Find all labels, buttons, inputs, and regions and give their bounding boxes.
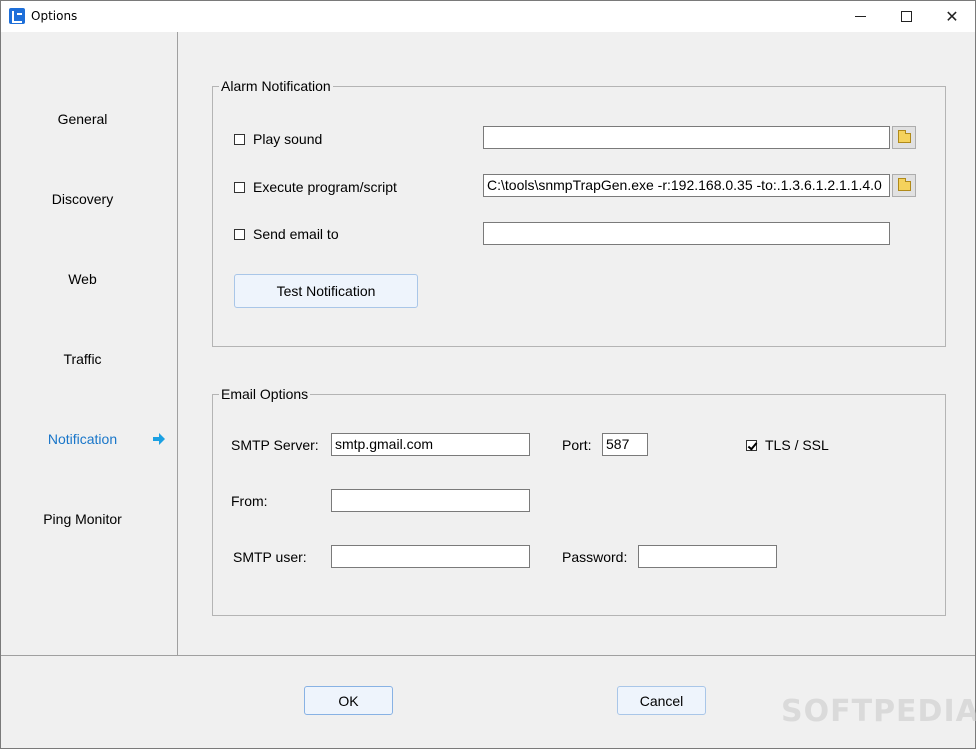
minimize-icon [854,16,866,17]
test-notification-button[interactable]: Test Notification [234,274,418,308]
smtp-user-field[interactable] [331,545,530,568]
ok-button[interactable]: OK [304,686,393,715]
sidebar-item-discovery[interactable]: Discovery [1,184,178,214]
password-field[interactable] [638,545,777,568]
sidebar-item-general[interactable]: General [1,104,178,134]
arrow-right-icon [153,433,165,445]
play-sound-label: Play sound [253,131,323,147]
folder-icon [898,130,911,143]
tls-ssl-checkbox[interactable]: TLS / SSL [746,436,829,454]
execute-program-checkbox[interactable]: Execute program/script [234,178,397,196]
footer-divider [1,655,975,656]
title-bar: Options ✕ [1,1,975,32]
from-label: From: [231,493,268,509]
send-email-to-field[interactable] [483,222,890,245]
options-window: Options ✕ General Discovery Web Traffic … [0,0,976,749]
play-sound-path-field[interactable] [483,126,890,149]
softpedia-watermark: SOFTPEDIA® [781,694,976,729]
execute-program-path-field[interactable]: C:\tools\snmpTrapGen.exe -r:192.168.0.35… [483,174,890,197]
browse-program-button[interactable] [892,174,916,197]
minimize-button[interactable] [837,1,883,32]
port-field[interactable]: 587 [602,433,648,456]
tls-ssl-box[interactable] [746,439,757,451]
sidebar: General Discovery Web Traffic Notificati… [1,32,178,655]
sidebar-item-web[interactable]: Web [1,264,178,294]
maximize-icon [900,11,912,22]
close-button[interactable]: ✕ [929,1,975,32]
port-label: Port: [562,437,592,453]
folder-icon [898,178,911,191]
play-sound-checkbox[interactable]: Play sound [234,130,322,148]
email-options-group: Email Options [212,386,946,616]
window-title: Options [31,9,78,23]
close-icon: ✕ [945,8,959,26]
play-sound-box[interactable] [234,133,245,145]
execute-program-label: Execute program/script [253,179,397,195]
sidebar-item-traffic[interactable]: Traffic [1,344,178,374]
smtp-server-field[interactable]: smtp.gmail.com [331,433,530,456]
sidebar-item-ping-monitor[interactable]: Ping Monitor [1,504,178,534]
send-email-label: Send email to [253,226,339,242]
alarm-notification-legend: Alarm Notification [219,78,333,94]
network-map-icon [9,8,25,24]
cancel-button[interactable]: Cancel [617,686,706,715]
tls-ssl-label: TLS / SSL [765,437,829,453]
send-email-checkbox[interactable]: Send email to [234,225,339,243]
from-field[interactable] [331,489,530,512]
sidebar-item-notification[interactable]: Notification [1,424,178,454]
smtp-user-label: SMTP user: [233,549,307,565]
browse-sound-button[interactable] [892,126,916,149]
password-label: Password: [562,549,628,565]
send-email-box[interactable] [234,228,245,240]
email-options-legend: Email Options [219,386,311,402]
execute-program-box[interactable] [234,181,245,193]
maximize-button[interactable] [883,1,929,32]
smtp-server-label: SMTP Server: [231,437,319,453]
